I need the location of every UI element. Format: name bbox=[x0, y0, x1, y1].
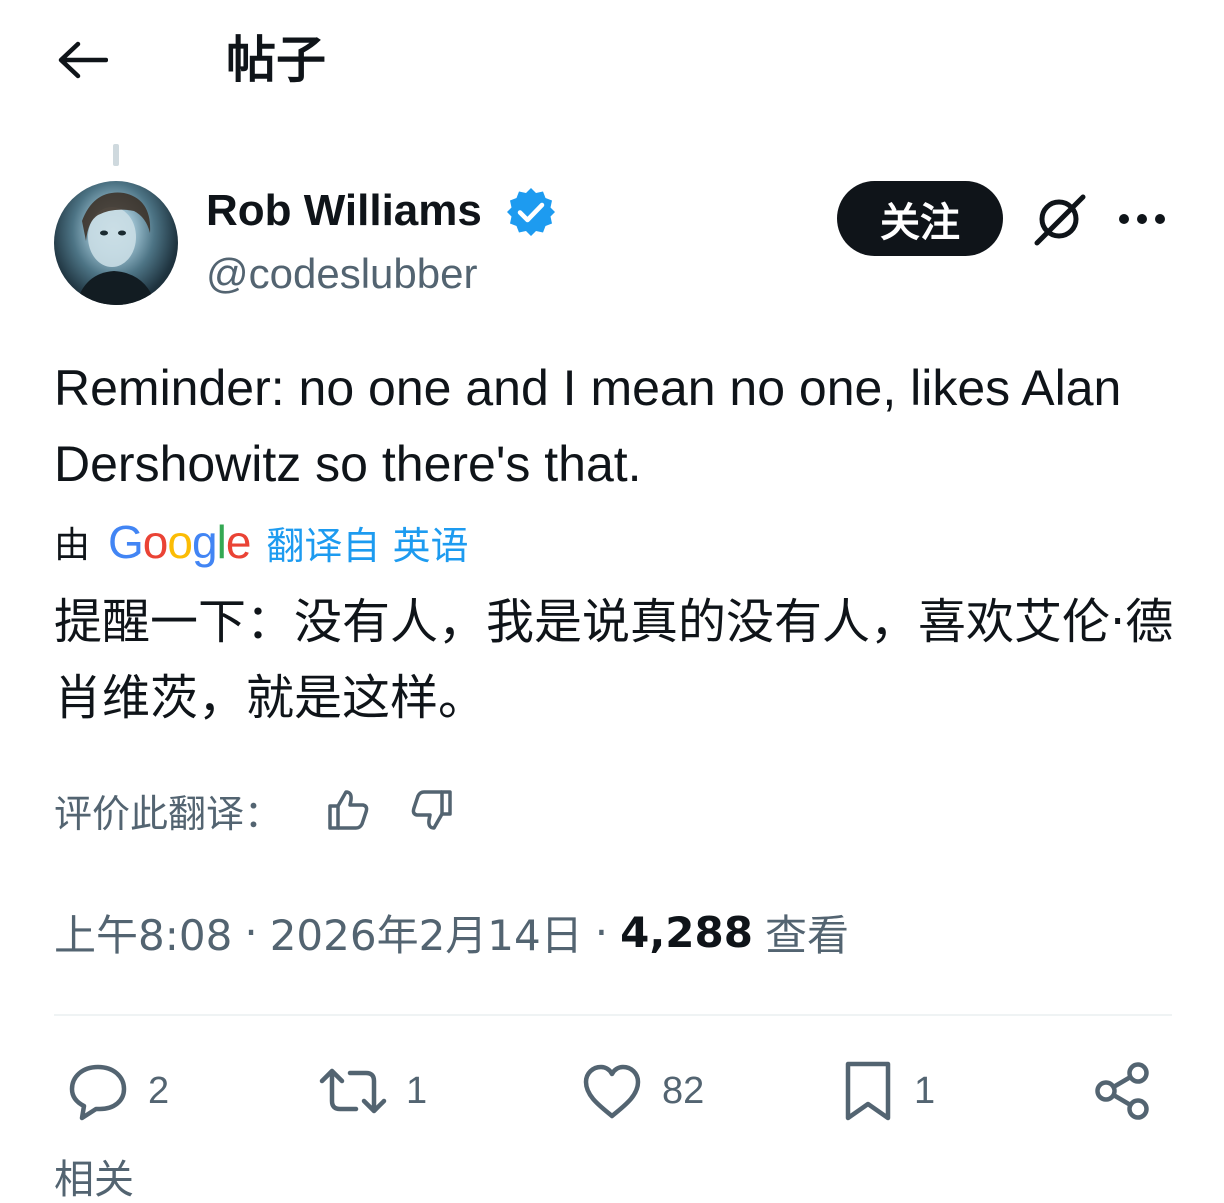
author-handle[interactable]: @codeslubber bbox=[206, 248, 477, 300]
thumbs-down-icon bbox=[411, 790, 452, 830]
verified-badge-icon bbox=[505, 186, 557, 238]
translated-by-label: 由 bbox=[54, 525, 91, 566]
post-text: Reminder: no one and I mean no one, like… bbox=[54, 360, 1122, 492]
thumbs-down-button[interactable] bbox=[400, 778, 464, 842]
retweet-icon bbox=[319, 1068, 387, 1114]
google-logo: Google bbox=[108, 516, 251, 568]
author-name[interactable]: Rob Williams bbox=[206, 184, 482, 238]
translation-attribution: 由 Google 翻译自 英语 bbox=[54, 512, 469, 572]
reply-count: 2 bbox=[148, 1069, 170, 1112]
related-section-peek: 相关 bbox=[54, 1157, 134, 1203]
thumbs-up-button[interactable] bbox=[316, 778, 380, 842]
translated-from-link[interactable]: 翻译自 英语 bbox=[266, 515, 468, 570]
share-icon bbox=[1095, 1062, 1149, 1120]
rate-translation-row: 评价此翻译： bbox=[54, 778, 484, 842]
meta-separator: · bbox=[244, 907, 258, 957]
views-count: 4,288 bbox=[620, 907, 753, 957]
divider bbox=[54, 1014, 1172, 1016]
translation-text: 提醒一下：没有人，我是说真的没有人，喜欢艾伦·德肖维茨，就是这样。 bbox=[54, 594, 1174, 726]
grok-icon bbox=[1034, 194, 1086, 246]
bookmark-icon bbox=[845, 1061, 891, 1121]
heart-icon bbox=[583, 1064, 641, 1119]
bookmark-count: 1 bbox=[914, 1069, 936, 1112]
more-dots-icon bbox=[1119, 214, 1165, 224]
rate-translation-label: 评价此翻译： bbox=[54, 791, 283, 836]
reply-button[interactable]: 2 bbox=[66, 1056, 169, 1126]
share-button[interactable] bbox=[1092, 1056, 1154, 1126]
meta-separator: · bbox=[594, 907, 609, 957]
retweet-button[interactable]: 1 bbox=[318, 1056, 427, 1126]
page-title: 帖子 bbox=[226, 31, 326, 89]
post-date[interactable]: 2026年2月14日 bbox=[270, 902, 583, 963]
like-button[interactable]: 82 bbox=[580, 1056, 704, 1126]
reply-icon bbox=[69, 1064, 127, 1121]
post-meta: 上午8:08 · 2026年2月14日 · 4,288 查看 bbox=[54, 902, 849, 962]
avatar-image bbox=[76, 192, 156, 305]
follow-button[interactable]: 关注 bbox=[837, 181, 1003, 256]
more-options-button[interactable] bbox=[1112, 194, 1172, 244]
grok-button[interactable] bbox=[1026, 186, 1092, 252]
thread-connector-line bbox=[113, 144, 119, 166]
retweet-count: 1 bbox=[406, 1069, 428, 1112]
back-button[interactable] bbox=[40, 28, 124, 92]
thumbs-up-icon bbox=[328, 790, 369, 830]
like-count: 82 bbox=[662, 1069, 705, 1112]
arrow-left-icon bbox=[58, 41, 108, 79]
post-time[interactable]: 上午8:08 bbox=[54, 902, 232, 963]
views-label: 查看 bbox=[764, 910, 849, 960]
avatar[interactable] bbox=[54, 181, 178, 305]
bookmark-button[interactable]: 1 bbox=[840, 1056, 935, 1126]
